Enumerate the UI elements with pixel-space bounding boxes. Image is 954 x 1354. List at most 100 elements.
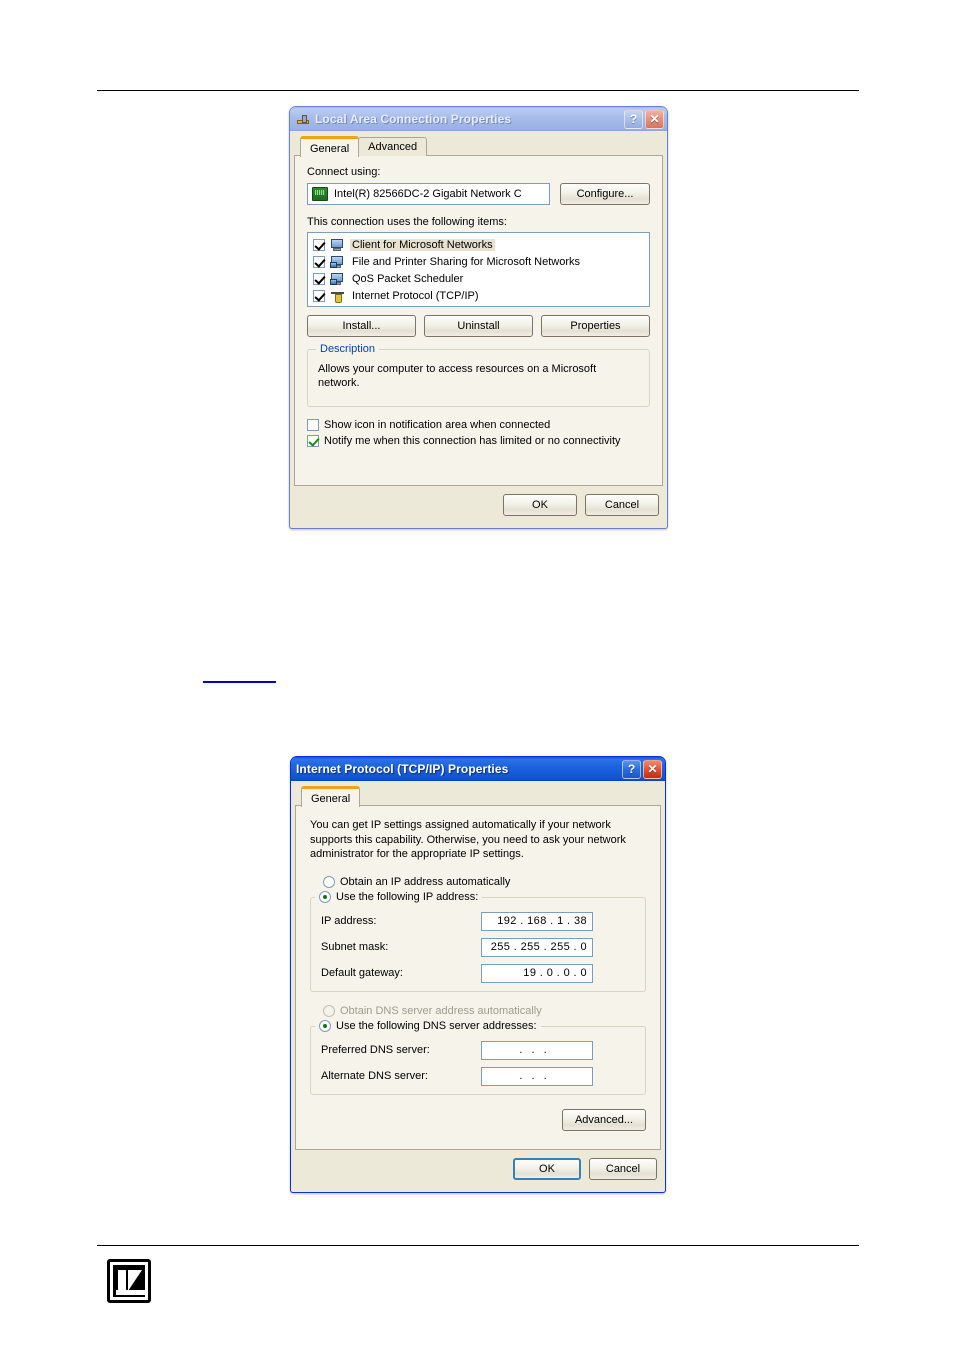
lan-dialog-client: General Advanced Connect using: Intel(R)…: [290, 131, 667, 528]
use-following-dns-header[interactable]: Use the following DNS server addresses:: [315, 1019, 541, 1032]
list-item-label: QoS Packet Scheduler: [352, 272, 464, 285]
cancel-button[interactable]: Cancel: [585, 494, 659, 516]
default-gateway-row: Default gateway: 19 . 0 . 0 . 0: [321, 963, 635, 983]
tcpip-tabstrip: General: [295, 786, 661, 807]
use-following-dns-radio[interactable]: [319, 1019, 331, 1032]
use-following-dns-label: Use the following DNS server addresses:: [336, 1019, 537, 1032]
list-item[interactable]: Internet Protocol (TCP/IP): [310, 287, 647, 304]
default-gateway-label: Default gateway:: [321, 967, 403, 979]
uninstall-button[interactable]: Uninstall: [424, 315, 533, 337]
default-gateway-input[interactable]: 19 . 0 . 0 . 0: [481, 963, 593, 983]
close-icon[interactable]: ✕: [645, 109, 664, 129]
tcpip-dialog-client: General You can get IP settings assigned…: [291, 781, 665, 1192]
page-header-rule: [97, 90, 859, 91]
checkbox-internet-protocol-tcpip[interactable]: [313, 289, 325, 302]
notify-row[interactable]: Notify me when this connection has limit…: [307, 435, 650, 447]
ip-address-input[interactable]: 192 . 168 . 1 . 38: [481, 911, 593, 931]
use-following-ip-groupbox: Use the following IP address: IP address…: [310, 890, 646, 992]
tcpip-dialog-footer: OK Cancel: [295, 1150, 661, 1188]
obtain-dns-automatically-radio[interactable]: [323, 1004, 335, 1017]
list-item-label: Client for Microsoft Networks: [350, 238, 495, 251]
use-following-ip-header[interactable]: Use the following IP address:: [315, 890, 483, 903]
ok-button[interactable]: OK: [503, 494, 577, 516]
tcpip-intro-text: You can get IP settings assigned automat…: [310, 819, 626, 860]
obtain-ip-automatically-radio[interactable]: [323, 875, 335, 888]
notify-connectivity-label: Notify me when this connection has limit…: [324, 435, 621, 447]
obtain-dns-automatically-label: Obtain DNS server address automatically: [340, 1004, 542, 1017]
network-items-listbox[interactable]: Client for Microsoft Networks File and P…: [307, 232, 650, 307]
list-item[interactable]: QoS Packet Scheduler: [310, 270, 647, 287]
item-action-buttons: Install... Uninstall Properties: [307, 315, 650, 337]
network-connection-icon: [295, 111, 311, 127]
checkbox-client-for-microsoft-networks[interactable]: [313, 238, 325, 251]
obtain-dns-automatically-row[interactable]: Obtain DNS server address automatically: [310, 1004, 646, 1017]
tab-general[interactable]: General: [301, 786, 361, 807]
ok-button[interactable]: OK: [513, 1157, 581, 1180]
items-label: This connection uses the following items…: [307, 216, 507, 228]
subnet-mask-label: Subnet mask:: [321, 941, 389, 953]
alternate-dns-input[interactable]: . . .: [481, 1066, 593, 1086]
configure-button[interactable]: Configure...: [560, 183, 650, 205]
subnet-mask-input[interactable]: 255 . 255 . 255 . 0: [481, 937, 593, 957]
internet-protocol-tcpip-properties-dialog: Internet Protocol (TCP/IP) Properties ? …: [290, 756, 666, 1193]
adapter-row: Intel(R) 82566DC-2 Gigabit Network C Con…: [307, 183, 650, 205]
ip-address-row: IP address: 192 . 168 . 1 . 38: [321, 911, 635, 931]
obtain-ip-automatically-label: Obtain an IP address automatically: [340, 875, 511, 888]
document-hyperlink[interactable]: [203, 681, 276, 683]
advanced-button[interactable]: Advanced...: [562, 1108, 646, 1131]
adapter-name-text: Intel(R) 82566DC-2 Gigabit Network C: [334, 188, 522, 200]
qos-scheduler-icon: [330, 272, 346, 286]
tcpip-dialog-title: Internet Protocol (TCP/IP) Properties: [296, 762, 509, 776]
lan-dialog-titlebar[interactable]: Local Area Connection Properties ? ✕: [290, 107, 667, 131]
install-button[interactable]: Install...: [307, 315, 416, 337]
preferred-dns-input[interactable]: . . .: [481, 1040, 593, 1060]
lan-titlebar-buttons: ? ✕: [624, 109, 664, 129]
description-group-title: Description: [316, 343, 380, 355]
properties-button[interactable]: Properties: [541, 315, 650, 337]
description-groupbox: Description Allows your computer to acce…: [307, 343, 650, 407]
help-icon[interactable]: ?: [624, 109, 643, 129]
description-text: Allows your computer to access resources…: [318, 363, 597, 389]
lan-dialog-footer: OK Cancel: [294, 486, 663, 524]
kramer-logo-wordmark: [116, 1290, 148, 1295]
subnet-mask-row: Subnet mask: 255 . 255 . 255 . 0: [321, 937, 635, 957]
show-icon-label: Show icon in notification area when conn…: [324, 419, 551, 431]
tcpip-dialog-titlebar[interactable]: Internet Protocol (TCP/IP) Properties ? …: [291, 757, 665, 781]
alternate-dns-row: Alternate DNS server: . . .: [321, 1066, 635, 1086]
list-item-label: Internet Protocol (TCP/IP): [352, 289, 479, 302]
checkbox-qos-packet-scheduler[interactable]: [313, 272, 325, 285]
computer-network-icon: [330, 238, 346, 252]
kramer-logo: [107, 1259, 151, 1303]
ip-address-label: IP address:: [321, 915, 377, 927]
use-following-ip-label: Use the following IP address:: [336, 890, 479, 903]
connect-using-label: Connect using:: [307, 166, 381, 178]
list-item[interactable]: File and Printer Sharing for Microsoft N…: [310, 253, 647, 270]
use-following-dns-groupbox: Use the following DNS server addresses: …: [310, 1019, 646, 1095]
preferred-dns-label: Preferred DNS server:: [321, 1044, 430, 1056]
tab-general[interactable]: General: [300, 136, 360, 157]
kramer-logo-bar: [118, 1270, 126, 1291]
help-icon[interactable]: ?: [622, 759, 641, 779]
adapter-combobox[interactable]: Intel(R) 82566DC-2 Gigabit Network C: [307, 183, 550, 205]
notify-connectivity-checkbox[interactable]: [307, 435, 319, 447]
cancel-button[interactable]: Cancel: [589, 1157, 657, 1180]
close-icon[interactable]: ✕: [643, 759, 662, 779]
lan-general-tabpage: Connect using: Intel(R) 82566DC-2 Gigabi…: [294, 155, 663, 486]
checkbox-file-and-printer-sharing[interactable]: [313, 255, 325, 268]
show-icon-checkbox[interactable]: [307, 419, 319, 431]
tab-advanced[interactable]: Advanced: [358, 137, 428, 156]
tcpip-protocol-icon: [330, 289, 346, 303]
page-footer-rule: [97, 1245, 859, 1246]
lan-dialog-title: Local Area Connection Properties: [315, 112, 512, 126]
file-print-sharing-icon: [330, 255, 346, 269]
obtain-ip-automatically-row[interactable]: Obtain an IP address automatically: [310, 875, 646, 888]
tcpip-titlebar-buttons: ? ✕: [622, 759, 662, 779]
use-following-ip-radio[interactable]: [319, 890, 331, 903]
kramer-logo-inner: [113, 1265, 148, 1297]
lan-tabstrip: General Advanced: [294, 136, 663, 157]
show-icon-row[interactable]: Show icon in notification area when conn…: [307, 419, 650, 431]
list-item-label: File and Printer Sharing for Microsoft N…: [352, 255, 581, 268]
advanced-button-row: Advanced...: [310, 1108, 646, 1131]
alternate-dns-label: Alternate DNS server:: [321, 1070, 428, 1082]
list-item[interactable]: Client for Microsoft Networks: [310, 236, 647, 253]
